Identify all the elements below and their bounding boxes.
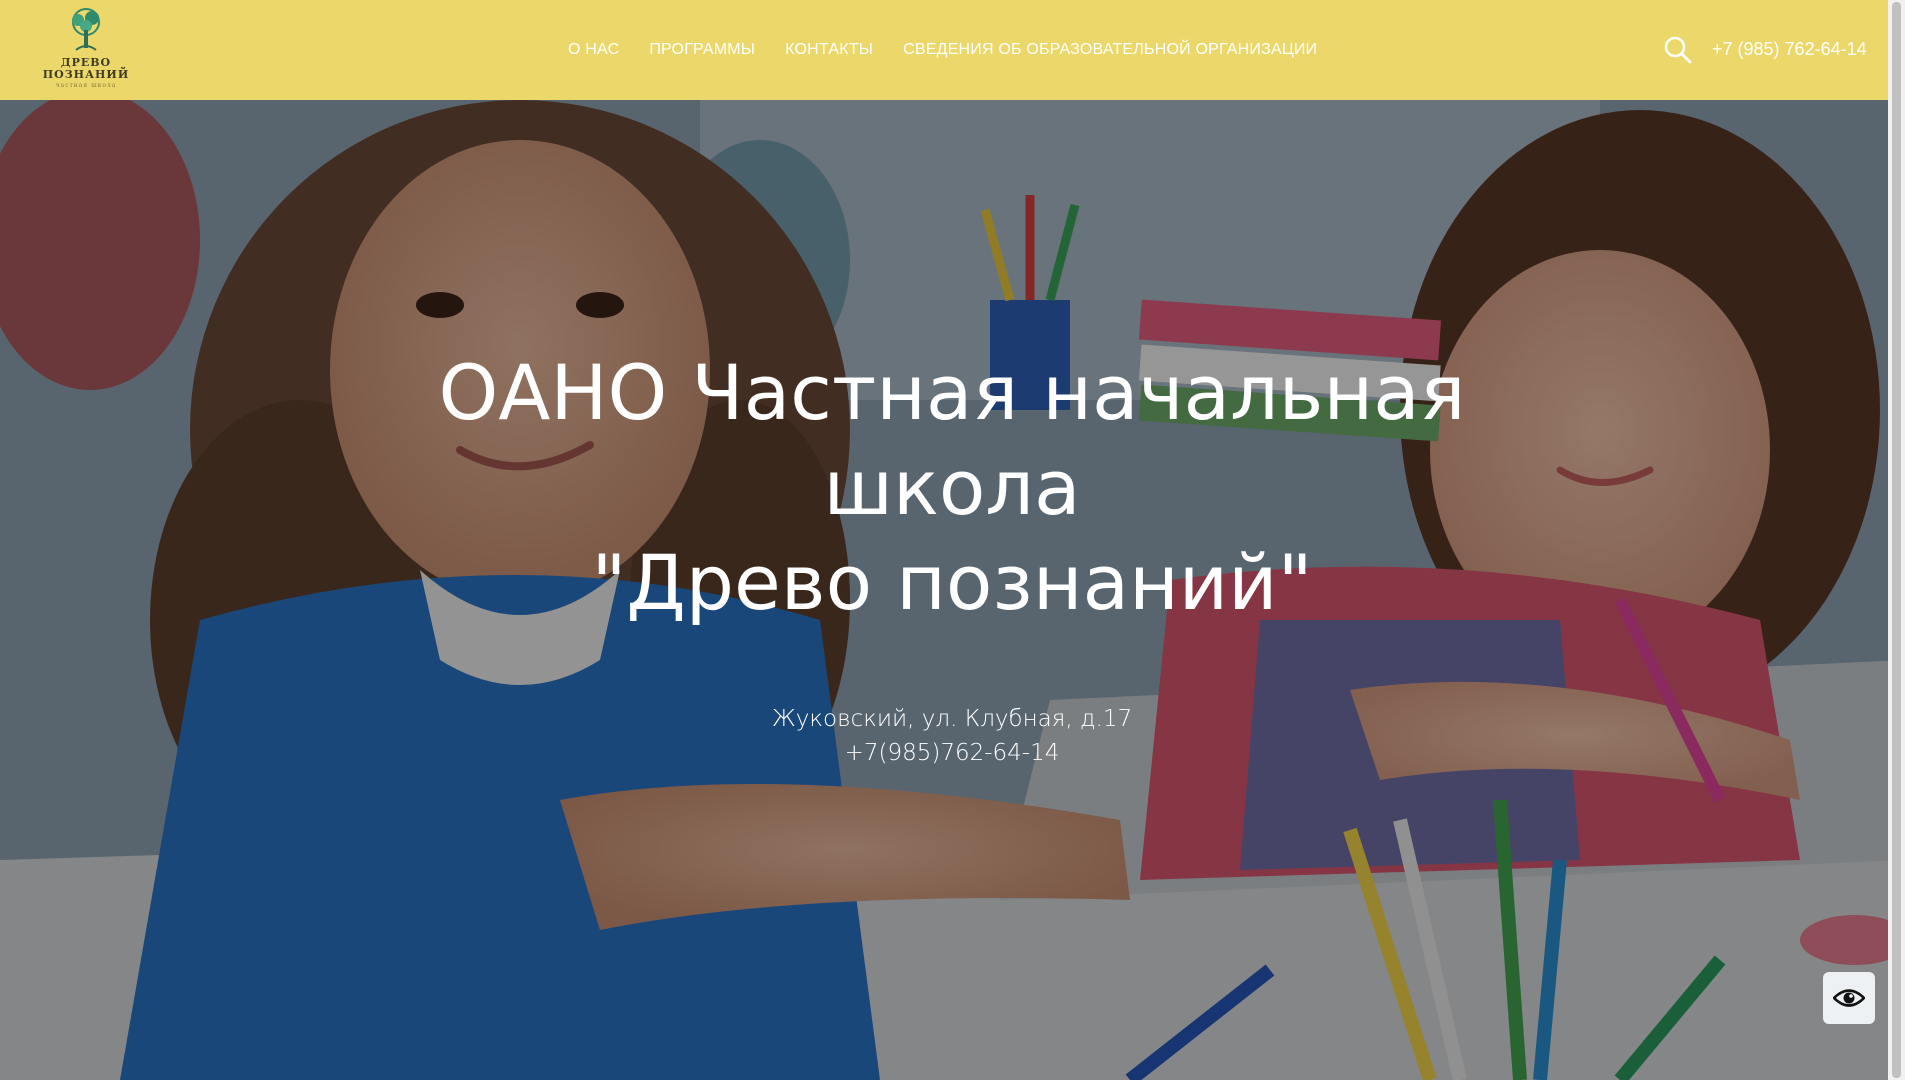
nav-item-organization-info[interactable]: СВЕДЕНИЯ ОБ ОБРАЗОВАТЕЛЬНОЙ ОРГАНИЗАЦИИ	[903, 41, 1317, 59]
site-header: ДРЕВО ПОЗНАНИЙ частная школа О НАС ПРОГР…	[0, 0, 1905, 100]
nav-item-about[interactable]: О НАС	[568, 41, 619, 59]
hero-title-line3: "Древо познаний"	[591, 538, 1313, 627]
tree-logo-icon	[72, 8, 100, 51]
accessibility-button[interactable]	[1823, 972, 1875, 1024]
logo-tagline: частная школа	[55, 82, 117, 89]
hero-address: Жуковский, ул. Клубная, д.17	[771, 706, 1133, 732]
header-phone-link[interactable]: +7 (985) 762-64-14	[1712, 39, 1867, 60]
scrollbar-thumb[interactable]	[1892, 2, 1901, 1078]
hero-section: ОАНО Частная начальная школа "Древо позн…	[0, 100, 1905, 1080]
hero-title-line1: ОАНО Частная начальная	[438, 348, 1466, 437]
eye-icon	[1833, 989, 1865, 1007]
logo-text-line2: ПОЗНАНИЙ	[42, 68, 130, 81]
search-icon[interactable]	[1663, 35, 1693, 65]
logo[interactable]: ДРЕВО ПОЗНАНИЙ частная школа	[36, 6, 136, 94]
hero-title: ОАНО Частная начальная школа "Древо позн…	[402, 345, 1502, 630]
hero-title-line2: школа	[823, 443, 1081, 532]
page-scrollbar[interactable]	[1888, 0, 1905, 1080]
main-nav: О НАС ПРОГРАММЫ КОНТАКТЫ СВЕДЕНИЯ ОБ ОБР…	[568, 0, 1347, 100]
hero-phone[interactable]: +7(985)762-64-14	[652, 740, 1252, 766]
nav-item-contacts[interactable]: КОНТАКТЫ	[785, 41, 873, 59]
page: ДРЕВО ПОЗНАНИЙ частная школа О НАС ПРОГР…	[0, 0, 1905, 1080]
nav-item-programs[interactable]: ПРОГРАММЫ	[649, 41, 755, 59]
